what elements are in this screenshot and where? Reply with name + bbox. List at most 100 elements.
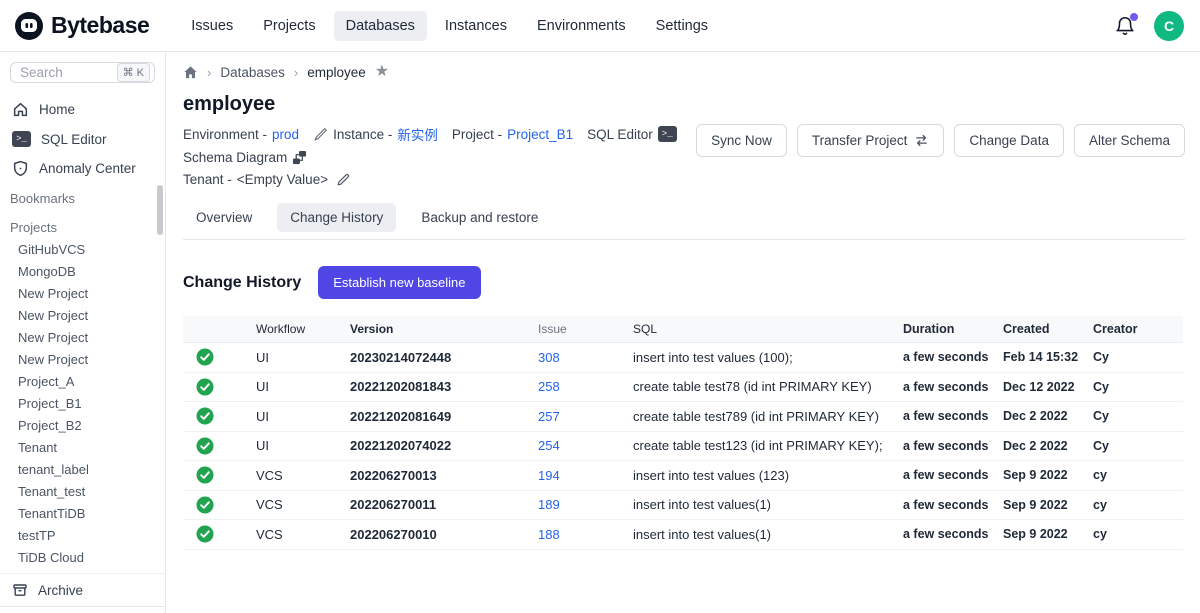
sidebar-item-anomaly-center[interactable]: Anomaly Center (0, 154, 165, 183)
project-item-new-project[interactable]: New Project (0, 283, 165, 305)
change-history-row[interactable]: UI20221202074022254create table test123 … (183, 432, 1183, 462)
duration-cell: a few seconds (903, 498, 1003, 512)
schema-diagram-icon (292, 150, 307, 165)
sidebar-scrollbar[interactable] (157, 185, 163, 235)
search-box[interactable]: ⌘ K (10, 62, 155, 83)
change-data-label: Change Data (969, 133, 1049, 148)
project-item-new-project[interactable]: New Project (0, 305, 165, 327)
status-cell (183, 348, 256, 366)
created-cell: Sep 9 2022 (1003, 527, 1093, 541)
sync-now-button[interactable]: Sync Now (696, 124, 787, 157)
change-history-row[interactable]: UI20221202081843258create table test78 (… (183, 373, 1183, 403)
project-item-testtp[interactable]: testTP (0, 525, 165, 547)
issue-cell: 194 (538, 468, 633, 483)
change-history-heading: Change History (183, 274, 301, 292)
sql-cell: create table test78 (id int PRIMARY KEY) (633, 379, 903, 394)
project-item-tenanttidb[interactable]: TenantTiDB (0, 503, 165, 525)
edit-pencil-icon[interactable] (336, 173, 350, 187)
column-header-issue: Issue (538, 322, 633, 336)
project-item-tenant-test[interactable]: Tenant_test (0, 481, 165, 503)
workflow-cell: UI (256, 350, 350, 365)
bytebase-logo-icon (14, 11, 44, 41)
change-history-row[interactable]: UI20221202081649257create table test789 … (183, 402, 1183, 432)
project-item-project-b2[interactable]: Project_B2 (0, 415, 165, 437)
change-history-row[interactable]: VCS202206270011189insert into test value… (183, 491, 1183, 521)
column-header-version: Version (350, 322, 538, 336)
favorite-star-icon[interactable]: ★ (375, 64, 389, 80)
tenant-meta: Tenant - <Empty Value> (183, 172, 350, 187)
project-item-tidb-cloud[interactable]: TiDB Cloud (0, 547, 165, 569)
sidebar: ⌘ K Home >_ SQL Editor Anomaly Center Bo… (0, 52, 166, 613)
sidebar-item-label: Anomaly Center (39, 161, 136, 176)
creator-cell: cy (1093, 527, 1183, 541)
home-icon (12, 101, 29, 118)
tab-backup-and-restore[interactable]: Backup and restore (408, 203, 551, 232)
issue-link[interactable]: 194 (538, 468, 560, 483)
search-shortcut-badge: ⌘ K (117, 63, 150, 82)
breadcrumb-employee[interactable]: employee (307, 65, 366, 80)
project-item-project-a[interactable]: Project_A (0, 371, 165, 393)
project-item-tenant[interactable]: Tenant (0, 437, 165, 459)
tab-change-history[interactable]: Change History (277, 203, 396, 232)
schema-diagram-shortcut[interactable]: Schema Diagram (183, 150, 307, 165)
topnav-item-environments[interactable]: Environments (525, 11, 638, 41)
change-data-button[interactable]: Change Data (954, 124, 1064, 157)
topnav-item-instances[interactable]: Instances (433, 11, 519, 41)
sql-editor-label: SQL Editor (587, 127, 653, 142)
project-item-tenant-label[interactable]: tenant_label (0, 459, 165, 481)
change-history-row[interactable]: VCS202206270013194insert into test value… (183, 461, 1183, 491)
bytebase-logo[interactable]: Bytebase (14, 11, 149, 41)
issue-link[interactable]: 254 (538, 438, 560, 453)
tab-overview[interactable]: Overview (183, 203, 265, 232)
workflow-cell: UI (256, 438, 350, 453)
project-item-githubvcs[interactable]: GitHubVCS (0, 239, 165, 261)
alter-schema-button[interactable]: Alter Schema (1074, 124, 1185, 157)
user-avatar[interactable]: C (1154, 11, 1184, 41)
status-cell (183, 378, 256, 396)
sidebar-item-archive[interactable]: Archive (0, 573, 165, 606)
version-cell: 20221202074022 (350, 438, 538, 453)
sidebar-item-label: Home (39, 102, 75, 117)
status-cell (183, 466, 256, 484)
status-cell (183, 525, 256, 543)
issue-link[interactable]: 257 (538, 409, 560, 424)
project-item-mongodb[interactable]: MongoDB (0, 261, 165, 283)
topnav-item-settings[interactable]: Settings (644, 11, 720, 41)
workflow-cell: VCS (256, 497, 350, 512)
version-cell: 20221202081843 (350, 379, 538, 394)
issue-link[interactable]: 188 (538, 527, 560, 542)
created-cell: Dec 2 2022 (1003, 439, 1093, 453)
issue-link[interactable]: 308 (538, 350, 560, 365)
instance-link[interactable]: 新实例 (397, 124, 438, 144)
establish-baseline-button[interactable]: Establish new baseline (318, 266, 480, 299)
created-cell: Sep 9 2022 (1003, 498, 1093, 512)
change-history-table: WorkflowVersionIssueSQLDurationCreatedCr… (183, 316, 1183, 550)
sidebar-item-sql-editor[interactable]: >_ SQL Editor (0, 125, 165, 153)
sql-cell: create table test789 (id int PRIMARY KEY… (633, 409, 903, 424)
issue-link[interactable]: 258 (538, 379, 560, 394)
topnav-item-databases[interactable]: Databases (334, 11, 427, 41)
topnav-item-projects[interactable]: Projects (251, 11, 327, 41)
environment-link[interactable]: prod (272, 127, 299, 142)
archive-icon (12, 582, 28, 598)
breadcrumb-databases[interactable]: Databases (220, 65, 285, 80)
project-link[interactable]: Project_B1 (507, 127, 573, 142)
transfer-project-button[interactable]: Transfer Project (797, 124, 945, 157)
change-history-row[interactable]: VCS202206270010188insert into test value… (183, 520, 1183, 550)
transfer-icon (914, 133, 929, 148)
creator-cell: Cy (1093, 409, 1183, 423)
home-icon[interactable] (183, 65, 198, 80)
sidebar-item-home[interactable]: Home (0, 95, 165, 124)
project-item-new-project[interactable]: New Project (0, 327, 165, 349)
success-check-icon (196, 496, 214, 514)
project-item-project-b1[interactable]: Project_B1 (0, 393, 165, 415)
issue-cell: 188 (538, 527, 633, 542)
sql-editor-shortcut[interactable]: SQL Editor >_ (587, 126, 677, 142)
issue-link[interactable]: 189 (538, 497, 560, 512)
project-item-new-project[interactable]: New Project (0, 349, 165, 371)
breadcrumb: › Databases › employee ★ (183, 64, 1185, 80)
search-input[interactable] (20, 65, 113, 80)
topnav-item-issues[interactable]: Issues (179, 11, 245, 41)
change-history-row[interactable]: UI20230214072448308insert into test valu… (183, 343, 1183, 373)
notifications-button[interactable] (1114, 15, 1136, 37)
